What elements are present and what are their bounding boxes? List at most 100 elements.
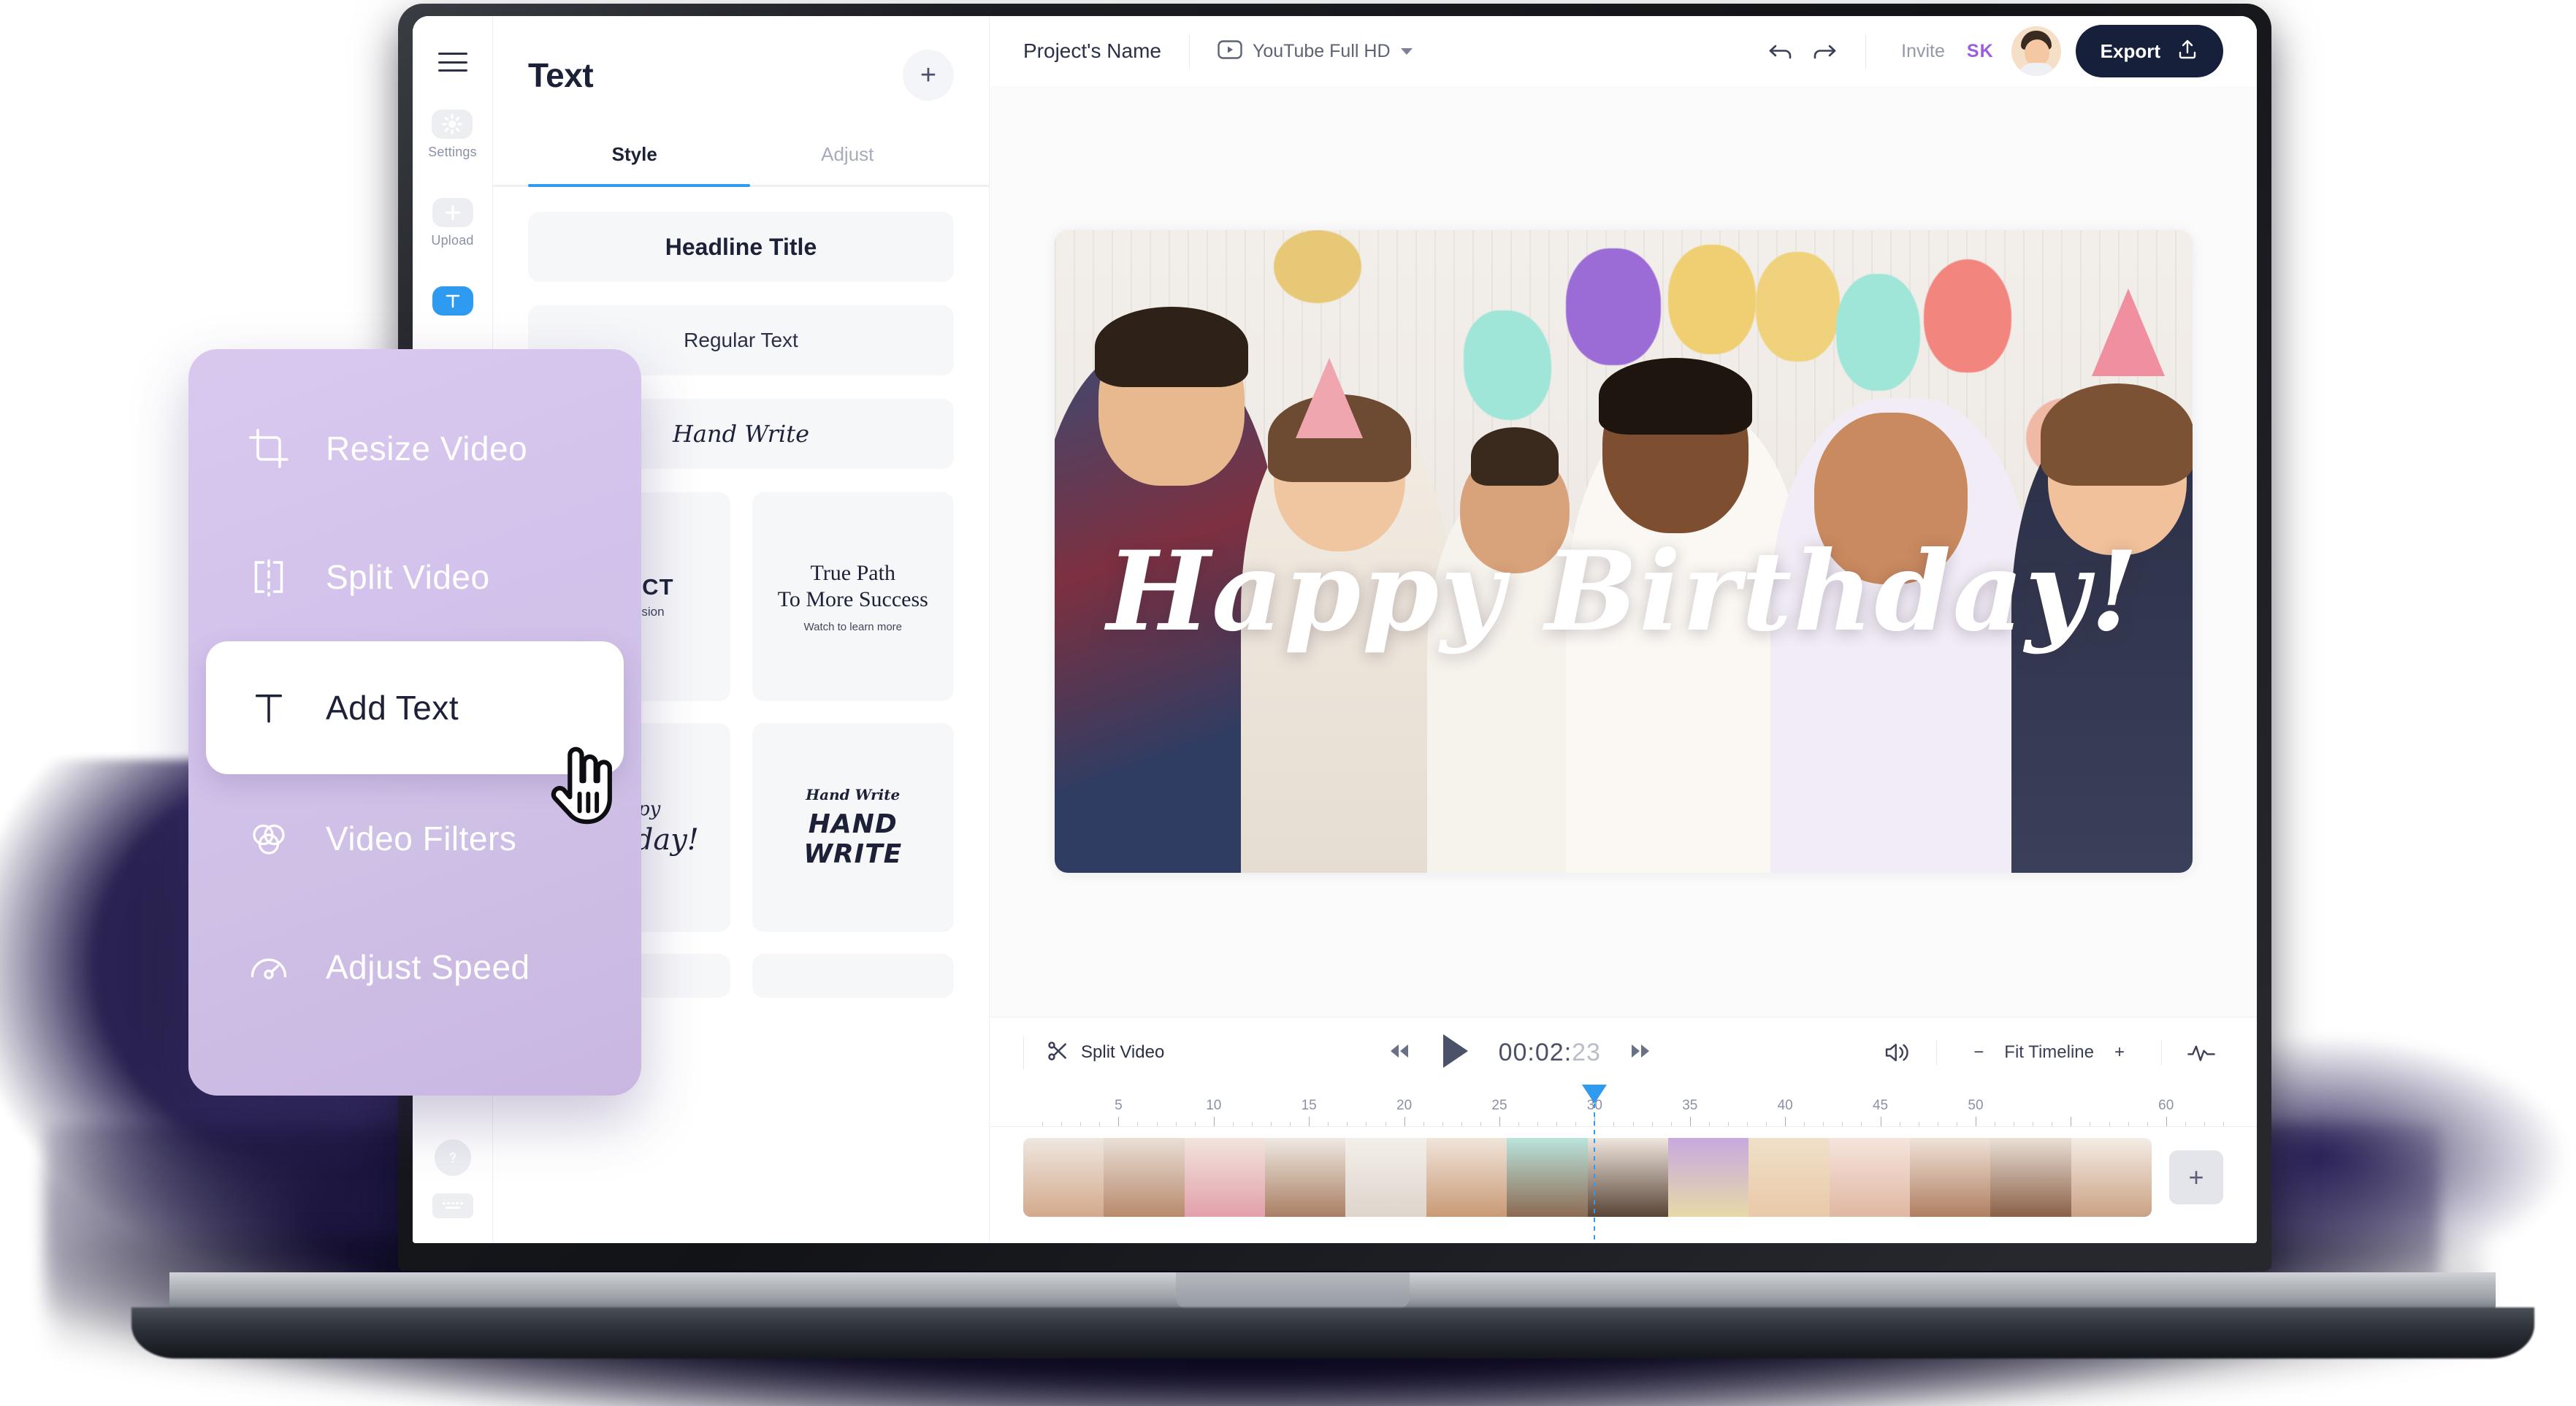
fast-forward-icon[interactable] (1627, 1041, 1654, 1065)
balloon-extra-2 (1273, 230, 1361, 303)
main-area: Project's Name YouTube Full HD Invite SK… (990, 16, 2257, 1243)
filmstrip-frame (1587, 1137, 1668, 1217)
ruler-label: 45 (1872, 1098, 1889, 1113)
filmstrip-frame (1667, 1137, 1749, 1217)
youtube-play-icon (1218, 39, 1242, 63)
text-t-icon (432, 286, 473, 316)
ruler-tick (1404, 1117, 1405, 1127)
rail-bottom-group (432, 1139, 473, 1243)
template-card-truepath[interactable]: True Path To More Success Watch to learn… (752, 492, 954, 701)
page-title: Text (528, 56, 594, 94)
video-preview[interactable]: Happy Birthday! (1054, 230, 2193, 873)
preview-canvas: Happy Birthday! (990, 86, 2257, 1017)
playhead-marker[interactable] (1582, 1085, 1608, 1104)
undo-arrow-icon[interactable] (1759, 29, 1803, 73)
filmstrip-frame (1829, 1137, 1910, 1217)
style-option-headline[interactable]: Headline Title (528, 212, 954, 282)
balloon-letter-h (1565, 248, 1661, 365)
menu-item-label: Adjust Speed (326, 948, 530, 986)
laptop-base-bottom (131, 1307, 2534, 1359)
plus-icon (432, 198, 473, 227)
balloon-letter-p2 (1835, 274, 1920, 391)
video-clip-filmstrip[interactable] (1023, 1137, 2152, 1217)
playhead-line (1594, 1104, 1596, 1242)
laptop-base-notch (1176, 1272, 1410, 1309)
laptop-screen: Settings Upload Text + Style Adjust Head… (413, 16, 2257, 1243)
project-name[interactable]: Project's Name (1023, 39, 1161, 63)
chevron-down-icon (1400, 47, 1413, 55)
filmstrip-frame (1909, 1137, 1991, 1217)
transport-controls: 00:02:23 (1164, 1032, 1875, 1074)
template-line-1b: To More Success (777, 587, 928, 611)
ruler-label: 40 (1777, 1098, 1793, 1113)
filmstrip-frame (1265, 1137, 1346, 1217)
person-2-party-hat (1295, 358, 1363, 438)
sidebar-item-settings[interactable]: Settings (428, 110, 477, 160)
divider (1188, 34, 1190, 68)
menu-icon[interactable] (437, 53, 467, 72)
rewind-icon[interactable] (1386, 1041, 1413, 1065)
tab-adjust[interactable]: Adjust (741, 143, 955, 185)
sidebar-item-text[interactable] (432, 286, 473, 316)
menu-item-resize-video[interactable]: Resize Video (188, 384, 641, 513)
floating-context-menu: Resize Video Split Video Add Text Video … (188, 349, 641, 1096)
three-circles-icon (245, 815, 292, 862)
timeline-ruler[interactable]: 510152025303540455060 (990, 1085, 2257, 1242)
person-5-hair (2040, 383, 2193, 486)
split-video-button[interactable]: Split Video (1046, 1039, 1164, 1066)
aspect-ratio-dropdown[interactable]: YouTube Full HD (1218, 39, 1413, 63)
menu-item-label: Add Text (326, 689, 459, 727)
balloon-letter-a (1667, 245, 1756, 354)
toolbar-right-group: Invite SK Export (1759, 25, 2223, 77)
sidebar-item-upload[interactable]: Upload (431, 198, 473, 248)
hand-pointer-cursor (551, 746, 612, 825)
fit-timeline-button[interactable]: Fit Timeline (2004, 1042, 2094, 1063)
split-video-label: Split Video (1081, 1042, 1165, 1062)
screenshot-root: Settings Upload Text + Style Adjust Head… (0, 0, 2576, 1406)
redo-arrow-icon[interactable] (1803, 29, 1846, 73)
ruler-label: 60 (2158, 1098, 2174, 1113)
zoom-controls: − Fit Timeline + (1973, 1042, 2125, 1063)
timeline-toolbar: Split Video 00:02:23 − Fit Timeline + (990, 1017, 2257, 1088)
user-initials-badge[interactable]: SK (1967, 41, 1994, 62)
ruler-tick (2166, 1117, 2167, 1127)
waveform-icon[interactable] (2179, 1031, 2223, 1074)
zoom-in-button[interactable]: + (2114, 1042, 2125, 1063)
tab-style[interactable]: Style (528, 143, 741, 185)
filmstrip-frame (1345, 1137, 1426, 1217)
ruler-label: 10 (1206, 1098, 1222, 1113)
zoom-out-button[interactable]: − (1973, 1042, 1984, 1063)
keyboard-icon[interactable] (432, 1193, 473, 1218)
template-card-handwrite[interactable]: Hand Write HAND WRITE (752, 723, 954, 932)
help-question-icon[interactable] (434, 1139, 471, 1176)
video-editor-app: Settings Upload Text + Style Adjust Head… (413, 16, 2257, 1243)
video-frame-image: Happy Birthday! (1054, 230, 2193, 873)
avatar[interactable] (2011, 26, 2061, 76)
gear-icon (432, 110, 473, 139)
crop-icon (245, 425, 292, 472)
add-clip-button[interactable]: + (2169, 1150, 2223, 1204)
baby-hair (1470, 427, 1559, 486)
invite-button[interactable]: Invite (1901, 41, 1945, 62)
ruler-label: 35 (1682, 1098, 1698, 1113)
play-icon[interactable] (1439, 1032, 1472, 1074)
menu-item-label: Video Filters (326, 819, 517, 857)
timeline-track: + (990, 1127, 2257, 1243)
ruler-tick (1785, 1117, 1786, 1127)
top-toolbar: Project's Name YouTube Full HD Invite SK… (990, 16, 2257, 86)
balloon-letter-y (1923, 259, 2011, 372)
ruler-ticks: 510152025303540455060 (990, 1098, 2257, 1127)
avatar-body (2017, 63, 2057, 76)
menu-item-adjust-speed[interactable]: Adjust Speed (188, 903, 641, 1031)
template-card-next-b[interactable] (752, 954, 954, 998)
filmstrip-frame (1023, 1137, 1104, 1217)
split-brackets-icon (245, 554, 292, 600)
menu-item-split-video[interactable]: Split Video (188, 513, 641, 641)
person-5-party-hat (2091, 289, 2165, 376)
add-text-button[interactable]: + (903, 50, 954, 101)
speaker-icon[interactable] (1875, 1031, 1919, 1074)
ruler-label: 20 (1396, 1098, 1413, 1113)
export-button[interactable]: Export (2075, 25, 2223, 77)
ruler-label: 50 (1968, 1098, 1984, 1113)
overlay-text[interactable]: Happy Birthday! (1055, 537, 2193, 646)
